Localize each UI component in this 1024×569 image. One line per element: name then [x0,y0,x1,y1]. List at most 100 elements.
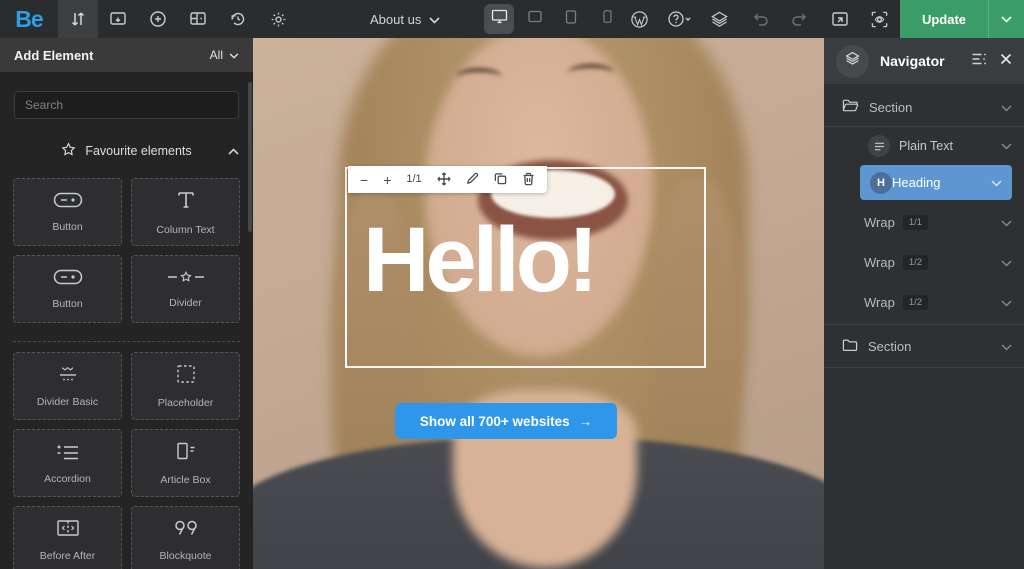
wrap-size-badge: 1/1 [903,215,928,230]
close-icon [1000,52,1012,70]
device-phone-button[interactable] [592,4,622,34]
favourites-section-toggle[interactable]: Favourite elements [14,141,239,161]
filter-label: All [210,48,223,62]
element-card-column-text[interactable]: Column Text [131,178,240,246]
tree-row-label: Wrap [864,215,895,230]
settings-button[interactable] [258,0,298,38]
tree-row-section[interactable]: Section [824,327,1024,365]
show-websites-button[interactable]: Show all 700+ websites → [395,403,617,439]
update-options-button[interactable] [988,0,1024,38]
arrow-right-icon: → [579,414,593,429]
chevron-down-icon [429,12,440,27]
layers-button[interactable] [700,0,740,38]
redo-icon [791,11,809,27]
text-t-icon [175,189,197,216]
wordpress-button[interactable] [620,0,660,38]
layers-icon [710,10,729,29]
element-card-blockquote[interactable]: Blockquote [131,506,240,569]
popout-icon [831,10,849,28]
top-toolbar: Be [0,0,1024,38]
tree-divider [824,324,1024,325]
expand-button[interactable]: + [383,173,391,187]
search-input[interactable] [14,91,239,119]
element-label: Article Box [160,474,210,486]
layers-icon [844,50,861,72]
help-button[interactable] [660,0,700,38]
popout-button[interactable] [820,0,860,38]
wrap-size-badge: 1/2 [903,295,928,310]
topbar-center: About us [370,0,622,38]
edit-button[interactable] [466,172,479,187]
column-ratio-label[interactable]: 1/1 [406,174,421,185]
delete-button[interactable] [522,172,535,188]
tree-row-label: Plain Text [899,139,953,153]
element-card-divider-basic[interactable]: Divider Basic [13,352,122,420]
navigator-toggle-button[interactable] [836,45,869,78]
blockquote-icon [172,519,200,542]
sort-sections-button[interactable] [58,0,98,38]
element-filter-dropdown[interactable]: All [210,48,239,62]
add-circle-icon [149,10,167,28]
page-selector-label: About us [370,12,421,27]
tree-row-wrap[interactable]: Wrap 1/1 [824,202,1024,242]
add-section-button[interactable] [178,0,218,38]
element-card-divider[interactable]: Divider [131,255,240,323]
element-card-before-after[interactable]: Before After [13,506,122,569]
tree-row-label: Wrap [864,295,895,310]
add-element-button[interactable] [138,0,178,38]
wrap-size-badge: 1/2 [903,255,928,270]
navigator-tree: Section Plain Text H Heading [824,84,1024,368]
undo-button[interactable] [740,0,780,38]
revisions-button[interactable] [218,0,258,38]
add-element-header: Add Element All [0,38,253,72]
tree-row-label: Heading [892,175,940,190]
element-label: Divider [169,297,202,309]
device-tablet-button[interactable] [556,4,586,34]
panel-title: Add Element [14,48,210,63]
element-label: Placeholder [158,397,213,409]
close-navigator-button[interactable] [1000,52,1012,70]
button-pill-icon [53,192,83,213]
tree-row-wrap[interactable]: Wrap 1/2 [824,282,1024,322]
element-label: Column Text [156,224,214,236]
selection-outline [345,167,706,368]
star-icon [61,142,76,160]
topbar-right: Update [620,0,1024,38]
tree-row-plain-text[interactable]: Plain Text [824,129,1024,163]
preview-button[interactable] [860,0,900,38]
phone-icon [603,10,612,28]
update-label: Update [922,12,966,27]
sections-button[interactable] [98,0,138,38]
edit-pencil-icon [466,172,479,187]
device-laptop-button[interactable] [520,4,550,34]
all-elements-grid: Divider Basic Placeholder Accordion Arti… [13,352,240,569]
tree-row-section[interactable]: Section [824,90,1024,124]
betheme-logo: Be [0,0,58,38]
navigator-header: Navigator [824,38,1024,84]
window-icon [109,10,127,28]
page-selector[interactable]: About us [370,12,440,27]
tree-row-wrap[interactable]: Wrap 1/2 [824,242,1024,282]
page-preview-canvas[interactable]: − + 1/1 [253,38,824,569]
laptop-icon [527,10,543,28]
trash-icon [522,172,535,188]
favourite-elements-grid: Button Column Text Button Divider [13,178,240,323]
redo-button[interactable] [780,0,820,38]
list-options-button[interactable] [971,52,988,71]
element-card-article-box[interactable]: Article Box [131,429,240,497]
left-panel-scrollbar[interactable] [248,82,252,232]
element-card-accordion[interactable]: Accordion [13,429,122,497]
photo-eye-right [568,64,614,82]
tree-divider [824,126,1024,127]
move-button[interactable] [437,172,451,188]
element-card-button[interactable]: Button [13,255,122,323]
device-desktop-button[interactable] [484,4,514,34]
element-card-placeholder[interactable]: Placeholder [131,352,240,420]
duplicate-button[interactable] [494,172,507,187]
update-button[interactable]: Update [900,0,988,38]
element-card-button[interactable]: Button [13,178,122,246]
element-label: Blockquote [160,550,212,562]
chevron-down-icon [1001,10,1012,28]
tree-row-heading-selected[interactable]: H Heading [860,165,1012,200]
shrink-button[interactable]: − [360,173,368,187]
